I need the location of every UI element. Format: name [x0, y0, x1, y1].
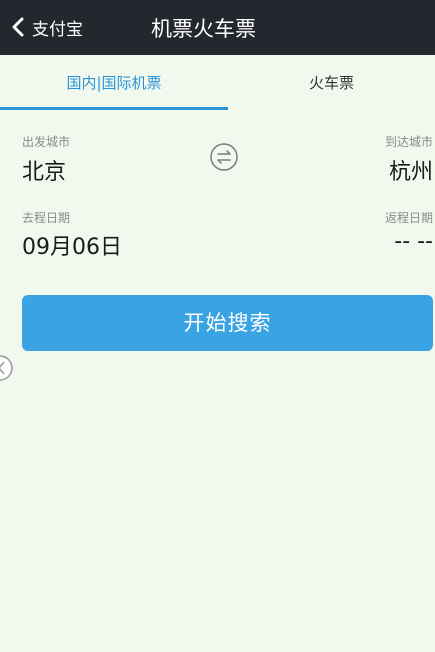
start-search-button[interactable]: 开始搜索 [22, 295, 433, 351]
arrival-city-label: 到达城市 [384, 135, 433, 149]
tab-domestic-international-flights[interactable]: 国内|国际机票 [0, 55, 228, 111]
top-bar: 支付宝 机票火车票 [0, 0, 435, 55]
tab-bar: 国内|国际机票 火车票 [0, 55, 435, 111]
departure-city-label: 出发城市 [22, 135, 71, 149]
return-date-label: 返程日期 [384, 211, 433, 225]
return-date-value[interactable]: -- -- [300, 229, 433, 254]
page-title: 机票火车票 [151, 17, 256, 41]
depart-date-value[interactable]: 09月06日 [22, 229, 122, 261]
swap-icon[interactable] [209, 142, 239, 172]
tab-train-tickets[interactable]: 火车票 [228, 55, 435, 111]
active-tab-indicator [0, 107, 228, 110]
edge-handle-icon[interactable] [0, 353, 17, 383]
departure-city-value[interactable]: 北京 [22, 154, 66, 186]
arrival-city-value[interactable]: 杭州 [300, 154, 433, 186]
depart-date-label: 去程日期 [22, 211, 71, 225]
